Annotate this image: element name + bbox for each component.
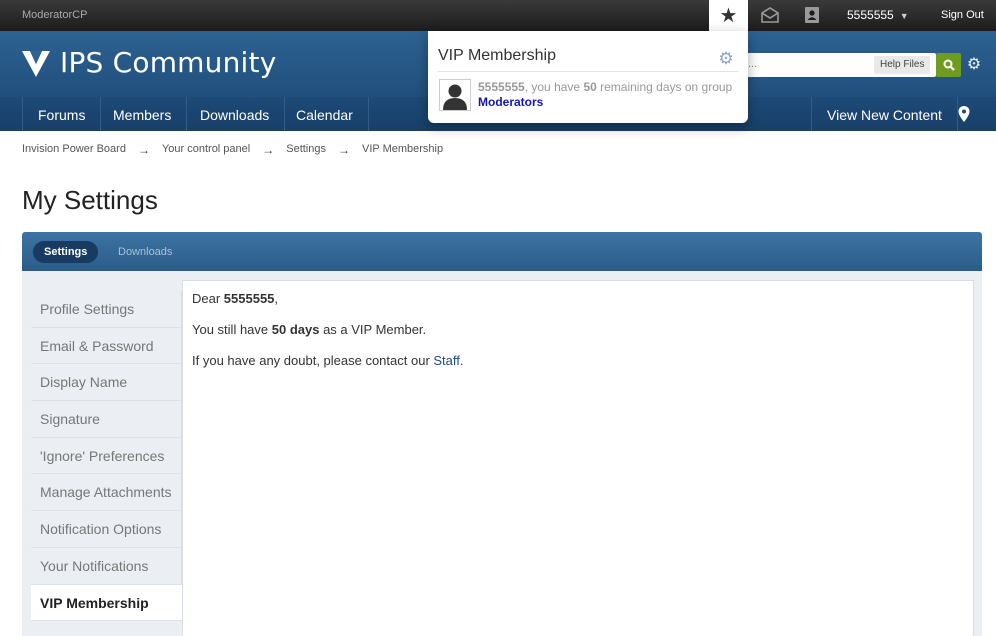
vip-notification-popup: VIP Membership ⚙ 5555555, you have 50 re… bbox=[428, 31, 748, 123]
page-title: My Settings bbox=[22, 185, 158, 215]
logo-icon bbox=[22, 51, 50, 77]
line2-suffix: as a VIP Member. bbox=[319, 322, 427, 337]
settings-side-menu: Profile Settings Email & Password Displa… bbox=[31, 291, 182, 622]
username-label: 5555555 bbox=[847, 8, 894, 22]
user-bar: ModeratorCP ★ 5555555 ▼ Sign Out bbox=[0, 0, 996, 31]
side-menu-notification-options[interactable]: Notification Options bbox=[31, 511, 182, 548]
line3-suffix: . bbox=[459, 353, 464, 368]
settings-tab-bar: Settings Downloads bbox=[22, 232, 982, 271]
main-panel: Dear 5555555, You still have 50 days as … bbox=[182, 280, 974, 636]
side-menu-your-notifications[interactable]: Your Notifications bbox=[31, 547, 182, 585]
gear-icon[interactable]: ⚙ bbox=[717, 49, 735, 68]
moderator-cp-link[interactable]: ModeratorCP bbox=[22, 9, 87, 21]
tab-downloads[interactable]: Downloads bbox=[118, 241, 172, 263]
side-menu-ignore-preferences[interactable]: 'Ignore' Preferences bbox=[31, 437, 182, 475]
remaining-days-value: 50 days bbox=[271, 322, 320, 337]
contact-card-icon[interactable] bbox=[803, 6, 821, 24]
nav-item-forums[interactable]: Forums bbox=[22, 97, 102, 131]
star-icon[interactable]: ★ bbox=[709, 0, 748, 31]
gear-icon[interactable]: ⚙ bbox=[965, 55, 983, 73]
help-files-button[interactable]: Help Files bbox=[874, 56, 931, 74]
line3-prefix: If you have any doubt, please contact ou… bbox=[192, 353, 434, 368]
dear-suffix: , bbox=[274, 291, 279, 306]
sign-out-link[interactable]: Sign Out bbox=[941, 9, 984, 21]
nav-item-calendar[interactable]: Calendar bbox=[281, 97, 369, 131]
staff-link[interactable]: Staff bbox=[433, 353, 460, 368]
breadcrumb: Invision Power Board → Your control pane… bbox=[22, 143, 443, 157]
envelope-icon[interactable] bbox=[761, 6, 779, 24]
breadcrumb-item[interactable]: Settings bbox=[286, 143, 326, 157]
settings-content: Profile Settings Email & Password Displa… bbox=[22, 271, 982, 636]
side-menu-email-password[interactable]: Email & Password bbox=[31, 327, 182, 365]
chevron-down-icon: ▼ bbox=[899, 11, 909, 21]
side-menu-vip-membership[interactable]: VIP Membership bbox=[31, 584, 182, 622]
breadcrumb-separator: → bbox=[337, 143, 350, 157]
popup-msg-end: remaining days on group bbox=[596, 80, 733, 94]
dear-line: Dear 5555555, bbox=[192, 291, 278, 306]
side-menu-signature[interactable]: Signature bbox=[31, 401, 182, 438]
nav-item-downloads[interactable]: Downloads bbox=[185, 97, 286, 131]
side-menu-manage-attachments[interactable]: Manage Attachments bbox=[31, 474, 182, 512]
popup-title: VIP Membership bbox=[438, 47, 556, 64]
remaining-days-line: You still have 50 days as a VIP Member. bbox=[192, 322, 426, 337]
dear-prefix: Dear bbox=[192, 291, 224, 306]
tab-settings[interactable]: Settings bbox=[33, 241, 99, 263]
popup-days: 50 bbox=[583, 80, 597, 94]
nav-item-members[interactable]: Members bbox=[98, 97, 188, 131]
popup-username: 5555555 bbox=[478, 80, 525, 94]
side-menu-profile-settings[interactable]: Profile Settings bbox=[31, 291, 182, 328]
popup-message: 5555555, you have 50 remaining days on g… bbox=[478, 80, 743, 94]
popup-divider bbox=[438, 71, 738, 72]
breadcrumb-separator: → bbox=[262, 143, 275, 157]
breadcrumb-item: VIP Membership bbox=[361, 143, 444, 155]
breadcrumb-item[interactable]: Your control panel bbox=[162, 143, 250, 157]
search-input-text: ... bbox=[748, 58, 758, 70]
view-new-content-link[interactable]: View New Content bbox=[811, 97, 958, 131]
search-icon bbox=[943, 59, 955, 71]
breadcrumb-separator: → bbox=[137, 143, 150, 157]
group-link[interactable]: Moderators bbox=[478, 95, 543, 109]
popup-msg-mid: , you have bbox=[524, 80, 584, 94]
site-logo-text[interactable]: IPS Community bbox=[60, 46, 276, 79]
dear-name: 5555555 bbox=[223, 291, 275, 306]
map-pin-icon[interactable] bbox=[955, 105, 973, 123]
side-menu-display-name[interactable]: Display Name bbox=[31, 364, 182, 402]
avatar[interactable] bbox=[439, 79, 471, 111]
search-button[interactable] bbox=[936, 53, 961, 77]
user-menu[interactable]: 5555555 ▼ bbox=[847, 8, 909, 22]
breadcrumb-item[interactable]: Invision Power Board bbox=[22, 143, 126, 157]
contact-line: If you have any doubt, please contact ou… bbox=[192, 353, 464, 368]
line2-prefix: You still have bbox=[192, 322, 272, 337]
